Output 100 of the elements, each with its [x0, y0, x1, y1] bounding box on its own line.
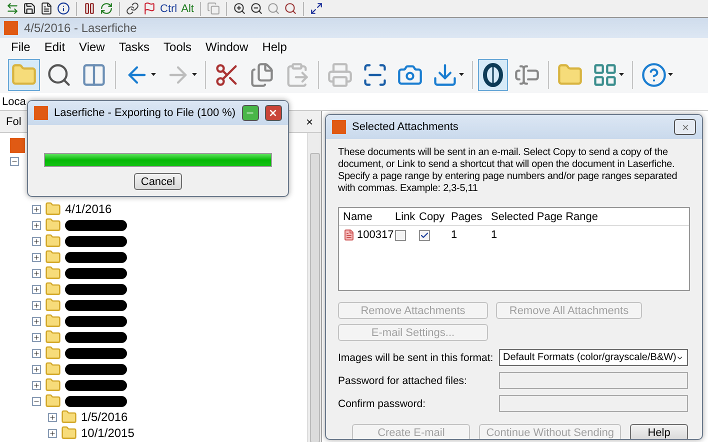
link-checkbox[interactable] — [395, 230, 406, 240]
app-logo — [4, 21, 18, 35]
expander-icon[interactable] — [48, 412, 57, 422]
info-icon[interactable] — [57, 2, 70, 15]
menu-item[interactable]: Tasks — [112, 40, 157, 54]
folder-icon — [45, 217, 61, 233]
format-dropdown[interactable]: Default Formats (color/grayscale/B&W) — [499, 349, 688, 366]
folder-icon — [45, 313, 61, 329]
expander-icon[interactable] — [32, 316, 41, 326]
expander-icon[interactable] — [32, 332, 41, 342]
panel-title: Fol — [6, 116, 22, 128]
scissors-icon — [214, 62, 240, 88]
minimize-button[interactable] — [242, 105, 259, 121]
password-label: Password for attached files: — [338, 374, 468, 386]
column-header[interactable]: Selected Page Range — [491, 210, 689, 222]
column-header[interactable]: Copy — [419, 210, 451, 222]
expander-icon[interactable] — [32, 364, 41, 374]
zoom-out-icon[interactable] — [250, 2, 263, 15]
expander-icon[interactable] — [48, 428, 57, 438]
caret-icon — [459, 73, 464, 76]
expander-icon[interactable] — [32, 348, 41, 358]
ocr-icon — [482, 62, 504, 86]
key-label[interactable]: Alt — [181, 2, 194, 14]
caret-icon — [151, 73, 156, 76]
folder-icon — [45, 249, 61, 265]
folder-icon — [45, 329, 61, 345]
menu-item[interactable]: File — [4, 40, 38, 54]
folder-icon — [45, 377, 61, 393]
expander-icon[interactable] — [10, 156, 19, 166]
close-button[interactable] — [674, 119, 696, 135]
magnifier-icon[interactable] — [284, 2, 297, 15]
folder-name[interactable]: 10/1/2015 — [81, 426, 134, 440]
save-icon[interactable] — [23, 2, 36, 15]
document-icon — [343, 229, 355, 241]
expander-icon[interactable] — [32, 220, 41, 230]
caret-icon — [192, 73, 197, 76]
dialog-title: Laserfiche - Exporting to File (100 %) — [54, 107, 236, 119]
folder-icon — [11, 62, 37, 88]
copy-checkbox[interactable] — [419, 230, 430, 240]
toolbar-button[interactable] — [478, 58, 508, 90]
document-icon[interactable] — [40, 2, 53, 15]
link-icon[interactable] — [126, 2, 139, 15]
expander-icon[interactable] — [32, 300, 41, 310]
instructions-text: These documents will be sent in an e-mail. Select Copy to send a copy of the document, or Link to send a shortcut that will open the document in Laserfiche. Specify a page range by entering page numbers and/or page ranges separated with commas. Example: 2,3-5,11 — [338, 147, 678, 195]
folder-icon — [45, 233, 61, 249]
pause-icon[interactable] — [83, 2, 96, 15]
close-icon — [268, 108, 278, 118]
download-icon — [432, 62, 458, 88]
close-icon — [680, 122, 690, 132]
menu-item[interactable]: Window — [198, 40, 256, 54]
dialog-button[interactable]: Help — [630, 424, 688, 439]
format-label: Images will be sent in this format: — [338, 352, 494, 364]
expander-icon[interactable] — [32, 204, 41, 214]
flag-icon[interactable] — [143, 2, 156, 15]
pages-cell-text: 1 — [451, 229, 458, 241]
folder-name[interactable]: 1/5/2016 — [81, 410, 128, 424]
refresh-icon[interactable] — [100, 2, 113, 15]
menu-item[interactable]: Tools — [156, 40, 199, 54]
help-icon — [641, 62, 667, 88]
app-logo — [332, 120, 346, 134]
folder-icon — [61, 409, 77, 425]
confirm-label: Confirm password: — [338, 398, 427, 410]
key-label[interactable]: Ctrl — [160, 2, 178, 14]
folder-icon — [45, 201, 61, 217]
close-button[interactable]: × — [306, 114, 313, 128]
menu-item[interactable]: Help — [255, 40, 294, 54]
search-icon — [46, 62, 72, 88]
folder-icon — [45, 361, 61, 377]
copy-icon[interactable] — [206, 2, 220, 15]
repository-icon — [10, 138, 25, 152]
folder-name[interactable]: 4/1/2016 — [65, 202, 112, 216]
new-folder-icon — [557, 62, 583, 88]
caret-icon — [619, 73, 624, 76]
column-header[interactable]: Pages — [451, 210, 491, 222]
panel-icon — [81, 62, 107, 88]
expander-icon[interactable] — [32, 236, 41, 246]
page-range-cell-text: 1 — [491, 229, 498, 241]
menu-item[interactable]: View — [72, 40, 112, 54]
location-label: Loca — [2, 96, 26, 108]
expander-icon[interactable] — [32, 268, 41, 278]
column-header[interactable]: Name — [343, 210, 395, 222]
folder-icon — [45, 265, 61, 281]
expand-icon[interactable] — [310, 2, 323, 15]
expander-icon[interactable] — [32, 380, 41, 390]
scrollbar-thumb[interactable] — [310, 153, 320, 442]
expander-icon[interactable] — [32, 252, 41, 262]
grid-icon — [592, 62, 618, 88]
arrows-icon[interactable] — [6, 2, 19, 15]
zoom-in-icon[interactable] — [232, 2, 246, 15]
expander-icon[interactable] — [32, 284, 41, 294]
folder-icon — [45, 297, 61, 313]
menu-item[interactable]: Edit — [37, 40, 72, 54]
expander-icon[interactable] — [32, 396, 41, 406]
copy-icon — [249, 62, 275, 88]
app-logo — [34, 106, 48, 120]
column-header[interactable]: Link — [395, 210, 419, 222]
close-button[interactable] — [264, 105, 282, 121]
cancel-button[interactable]: Cancel — [134, 173, 182, 190]
attachment-name: 100317 — [343, 229, 395, 241]
folder-icon — [61, 425, 77, 441]
